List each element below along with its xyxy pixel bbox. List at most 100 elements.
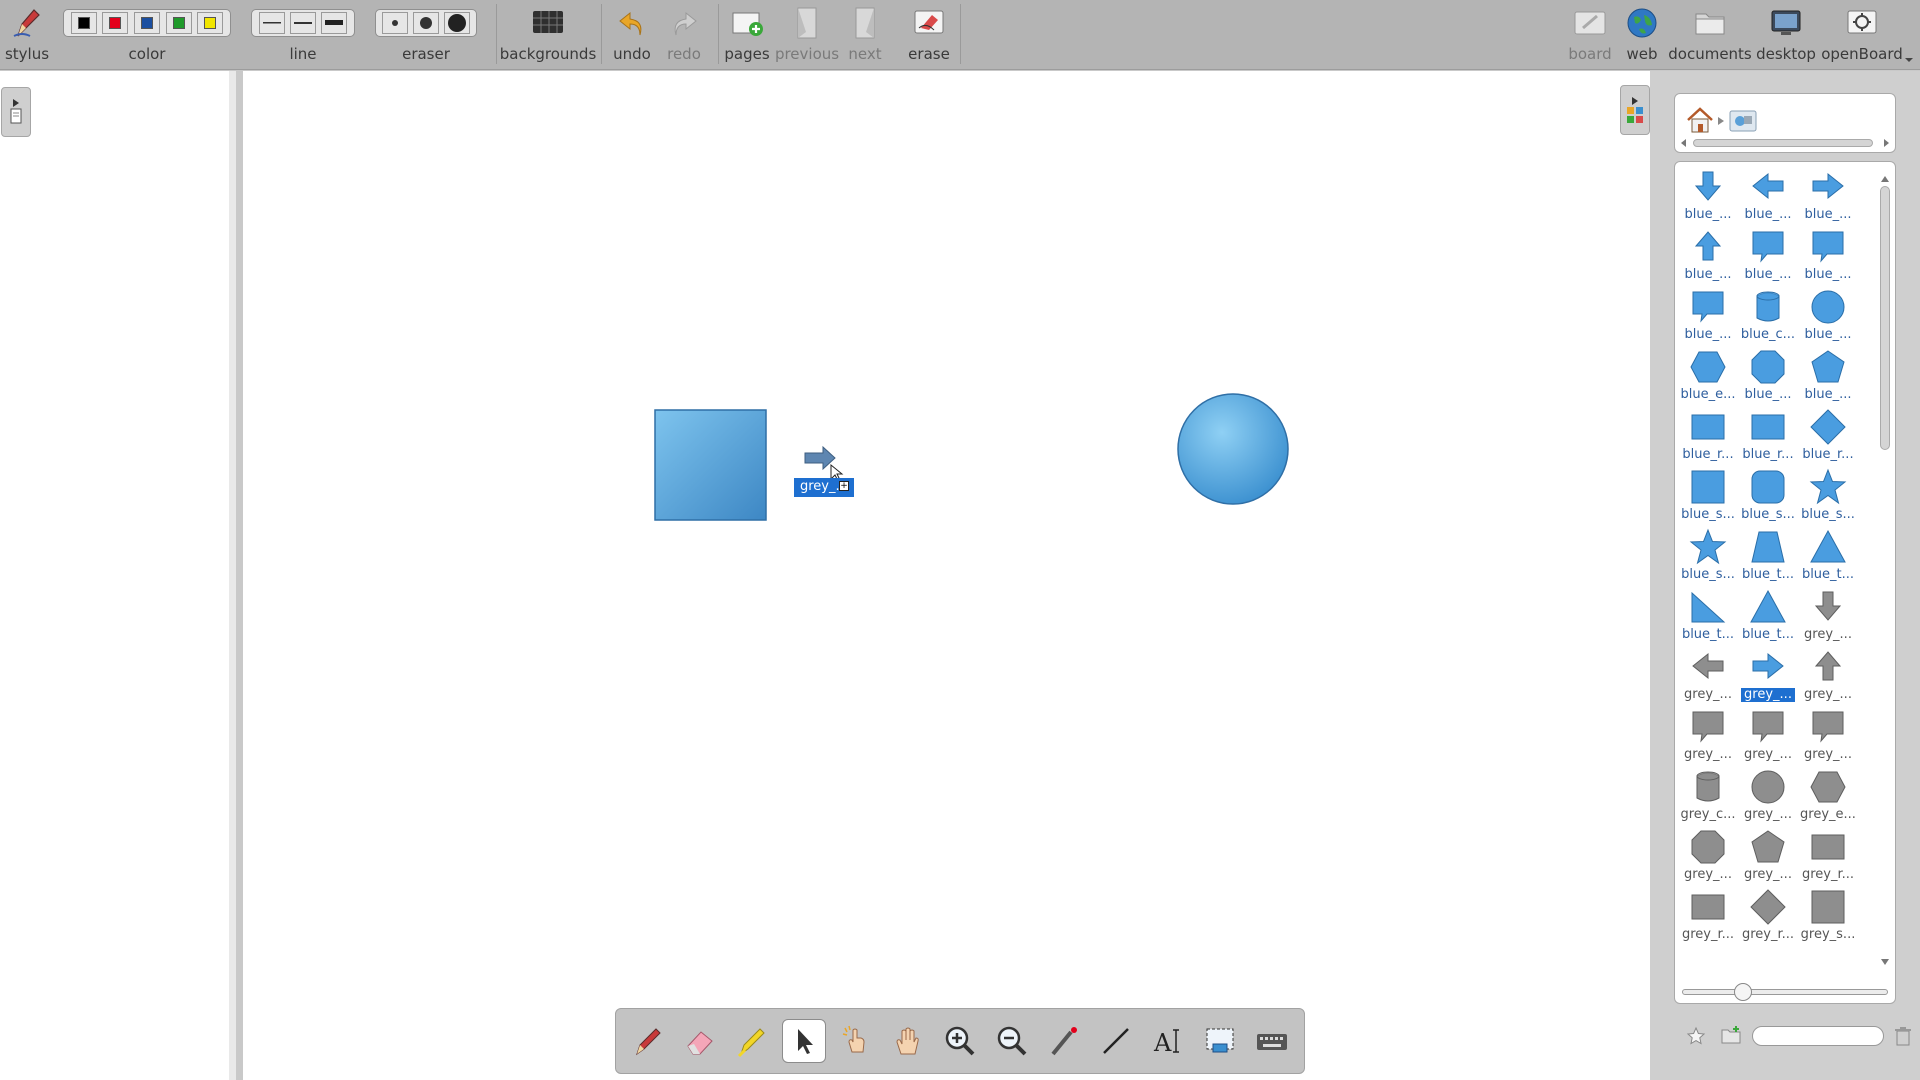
new-folder-icon[interactable] (1720, 1025, 1742, 1045)
play-tool[interactable] (834, 1019, 878, 1063)
eraser-medium-button[interactable] (412, 12, 439, 34)
line-thick-button[interactable] (321, 12, 348, 34)
library-item[interactable]: grey_e... (1799, 768, 1857, 828)
library-item[interactable]: blue_... (1799, 228, 1857, 288)
library-item[interactable]: blue_e... (1679, 348, 1737, 408)
library-item[interactable]: blue_t... (1739, 528, 1797, 588)
library-item[interactable]: blue_s... (1679, 528, 1737, 588)
zoom-in-tool[interactable] (938, 1019, 982, 1063)
chevron-down-icon[interactable] (1904, 56, 1914, 64)
virtual-keyboard-tool[interactable] (1250, 1019, 1294, 1063)
slider-handle[interactable] (1734, 983, 1752, 1001)
library-item[interactable]: grey_... (1739, 768, 1797, 828)
eraser-small-button[interactable] (382, 12, 409, 34)
hand-tool[interactable] (886, 1019, 930, 1063)
stylus-button[interactable]: stylus (2, 0, 52, 70)
library-item[interactable]: blue_s... (1739, 468, 1797, 528)
library-item[interactable]: grey_... (1799, 648, 1857, 708)
highlighter-icon (737, 1028, 765, 1058)
library-item[interactable]: grey_... (1679, 828, 1737, 888)
home-icon[interactable] (1685, 106, 1715, 134)
library-item[interactable]: blue_r... (1739, 408, 1797, 468)
web-button[interactable]: web (1618, 0, 1666, 70)
board-button[interactable]: board (1566, 0, 1614, 70)
shapes-folder-icon[interactable] (1727, 106, 1759, 134)
undo-button[interactable]: undo (608, 0, 656, 70)
favorite-star-icon[interactable] (1686, 1026, 1706, 1046)
next-button[interactable]: next (840, 0, 890, 70)
library-item[interactable]: grey_... (1679, 648, 1737, 708)
documents-button[interactable]: documents (1668, 0, 1752, 70)
grid-vertical-scrollbar[interactable] (1878, 170, 1892, 970)
desktop-button[interactable]: desktop (1755, 0, 1817, 70)
library-item[interactable]: grey_r... (1739, 888, 1797, 948)
laser-pointer-tool[interactable] (1042, 1019, 1086, 1063)
color-swatch-1[interactable] (70, 12, 97, 34)
library-panel-toggle[interactable] (1620, 85, 1650, 135)
whiteboard-canvas[interactable]: grey_... + (243, 71, 1650, 1080)
library-item[interactable]: grey_... (1799, 588, 1857, 648)
line-thin-button[interactable] (258, 12, 285, 34)
selector-tool[interactable] (782, 1019, 826, 1063)
line-tool[interactable] (1094, 1019, 1138, 1063)
library-item[interactable]: blue_... (1679, 288, 1737, 348)
library-item[interactable]: blue_... (1739, 348, 1797, 408)
library-item[interactable]: blue_... (1799, 168, 1857, 228)
eraser-large-button[interactable] (443, 12, 470, 34)
pages-button[interactable]: pages (722, 0, 772, 70)
dragged-arrow-shape[interactable] (804, 445, 844, 482)
color-swatch-3[interactable] (133, 12, 160, 34)
line-medium-button[interactable] (289, 12, 316, 34)
zoom-out-tool[interactable] (990, 1019, 1034, 1063)
library-item[interactable]: grey_s... (1799, 888, 1857, 948)
library-item[interactable]: blue_t... (1739, 588, 1797, 648)
scroll-down-icon (1881, 959, 1889, 965)
library-search-input[interactable] (1752, 1026, 1884, 1046)
library-item-label: grey_s... (1800, 927, 1856, 942)
color-swatch-2[interactable] (102, 12, 129, 34)
library-item[interactable]: grey_c... (1679, 768, 1737, 828)
library-item[interactable]: blue_... (1679, 168, 1737, 228)
redo-button[interactable]: redo (660, 0, 708, 70)
capture-tool[interactable] (1198, 1019, 1242, 1063)
page-panel-toggle[interactable] (1, 87, 31, 137)
documents-label: documents (1668, 45, 1752, 63)
library-item[interactable]: blue_s... (1679, 468, 1737, 528)
library-item[interactable]: blue_... (1739, 228, 1797, 288)
library-item[interactable]: grey_... (1739, 828, 1797, 888)
library-item-label: blue_r... (1682, 447, 1734, 462)
library-item[interactable]: grey_r... (1799, 828, 1857, 888)
trash-icon[interactable] (1894, 1026, 1912, 1046)
thumbnail-size-slider[interactable] (1682, 983, 1888, 1001)
eraser-tool[interactable] (678, 1019, 722, 1063)
color-swatch-4[interactable] (165, 12, 192, 34)
openboard-menu-button[interactable]: openBoard (1821, 0, 1903, 70)
board-circle-shape[interactable] (1177, 393, 1289, 505)
library-item[interactable]: grey_... (1739, 708, 1797, 768)
library-item[interactable]: blue_... (1679, 228, 1737, 288)
library-item[interactable]: grey_... (1739, 648, 1797, 708)
library-item[interactable]: blue_t... (1799, 528, 1857, 588)
pen-tool[interactable] (626, 1019, 670, 1063)
library-item[interactable]: grey_r... (1679, 888, 1737, 948)
library-item[interactable]: blue_... (1739, 168, 1797, 228)
text-tool[interactable]: A (1146, 1019, 1190, 1063)
library-item[interactable]: blue_r... (1799, 408, 1857, 468)
color-swatch-5[interactable] (197, 12, 224, 34)
board-square-shape[interactable] (654, 409, 767, 521)
library-item[interactable]: blue_s... (1799, 468, 1857, 528)
backgrounds-button[interactable]: backgrounds (500, 0, 596, 70)
library-item[interactable]: blue_... (1799, 348, 1857, 408)
library-item[interactable]: grey_... (1679, 708, 1737, 768)
erase-button[interactable]: erase (904, 0, 954, 70)
cylinder-icon (1689, 768, 1727, 806)
previous-button[interactable]: previous (775, 0, 839, 70)
library-item[interactable]: blue_... (1799, 288, 1857, 348)
library-item[interactable]: grey_... (1799, 708, 1857, 768)
breadcrumb-scrollbar[interactable] (1679, 138, 1891, 148)
backgrounds-label: backgrounds (499, 45, 597, 63)
library-item[interactable]: blue_t... (1679, 588, 1737, 648)
library-item[interactable]: blue_r... (1679, 408, 1737, 468)
library-item[interactable]: blue_c... (1739, 288, 1797, 348)
marker-tool[interactable] (730, 1019, 774, 1063)
